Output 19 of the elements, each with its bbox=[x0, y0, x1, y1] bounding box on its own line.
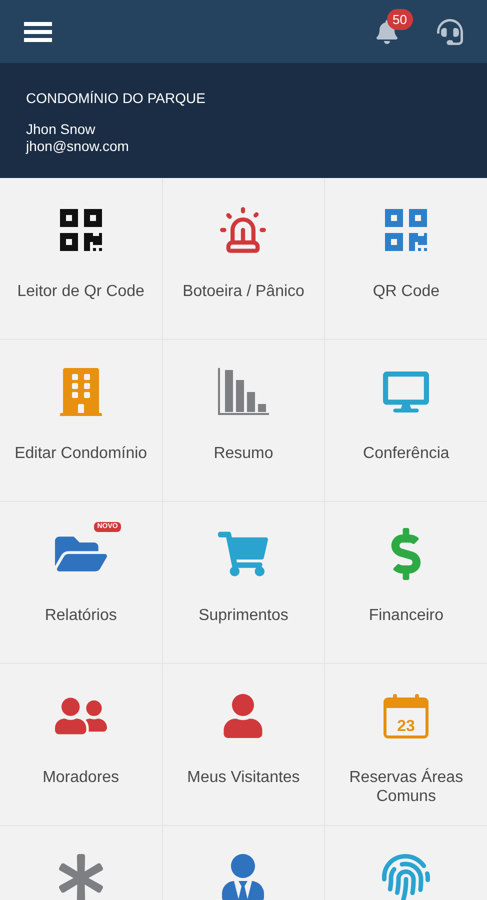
menu-tile[interactable]: Conferência bbox=[325, 340, 487, 501]
support-button[interactable] bbox=[437, 18, 463, 44]
menu-tile[interactable]: Leitor de Qr Code bbox=[0, 178, 162, 339]
user-name: Jhon Snow bbox=[26, 121, 96, 138]
menu-icon[interactable] bbox=[24, 22, 52, 42]
menu-tile[interactable]: Suprimentos bbox=[162, 502, 324, 663]
menu-tile[interactable]: Financeiro bbox=[325, 502, 487, 663]
menu-tile[interactable]: QR Code bbox=[325, 178, 487, 339]
menu-tile[interactable]: Resumo bbox=[162, 340, 324, 501]
headset-icon bbox=[437, 18, 463, 44]
menu-tile[interactable]: Meus Visitantes bbox=[162, 664, 324, 825]
user-email: jhon@snow.com bbox=[26, 138, 130, 155]
menu-tile[interactable]: Botoeira / Pânico bbox=[162, 178, 324, 339]
condominium-name: CONDOMÍNIO DO PARQUE bbox=[26, 89, 206, 108]
menu-tile[interactable]: 23 Reservas Áreas Comuns bbox=[325, 664, 487, 825]
menu-tile[interactable]: Moradores bbox=[0, 664, 162, 825]
notifications-button[interactable]: 50 bbox=[375, 8, 413, 44]
menu-tile[interactable]: Editar Condomínio bbox=[0, 340, 162, 501]
notification-count: 50 bbox=[386, 8, 413, 30]
